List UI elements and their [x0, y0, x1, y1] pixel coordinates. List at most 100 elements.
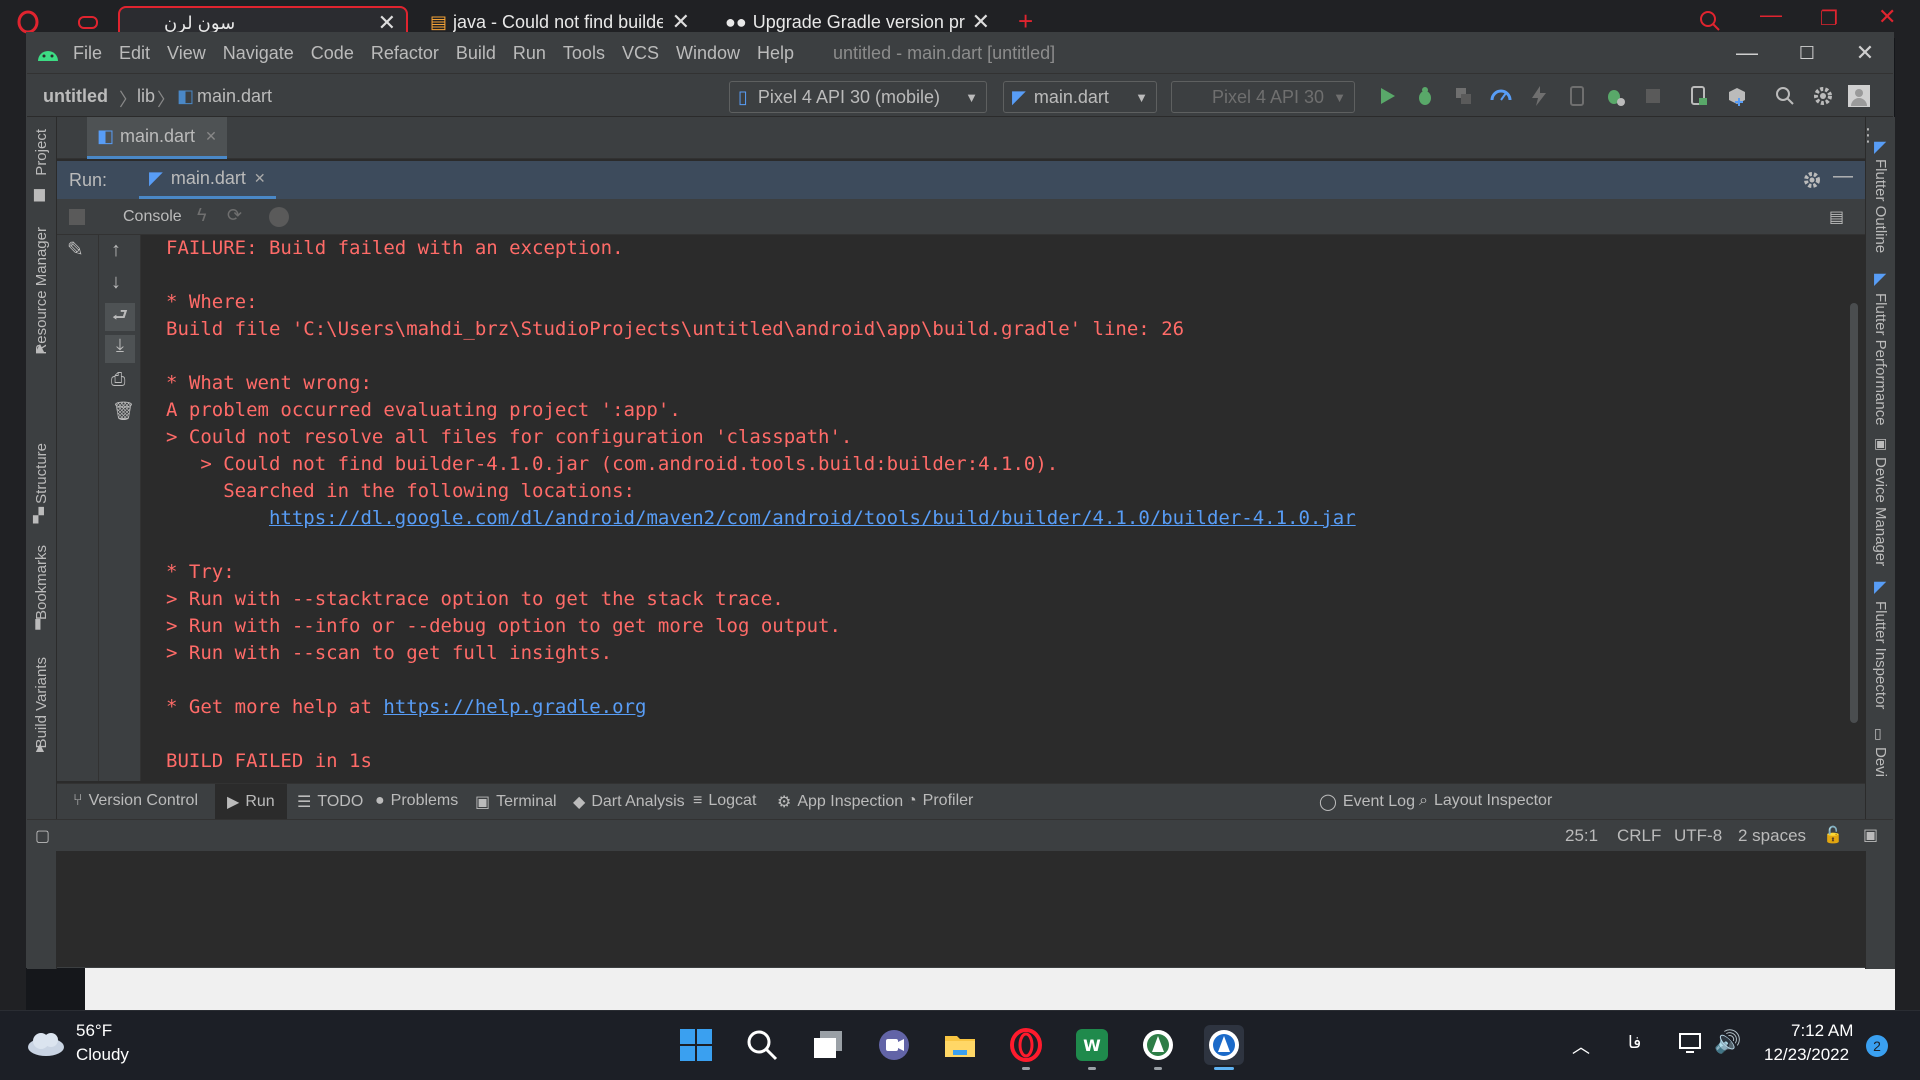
webstorm-icon[interactable]: W: [1072, 1025, 1112, 1065]
menu-build[interactable]: Build: [456, 43, 496, 64]
run-tab-main-dart[interactable]: ◤ main.dart ✕: [139, 161, 276, 199]
device-manager-tool-tab[interactable]: Device Manager: [1872, 457, 1889, 566]
hot-reload-icon[interactable]: ϟ: [197, 205, 207, 226]
android-studio-icon[interactable]: [1138, 1025, 1178, 1065]
file-explorer-icon[interactable]: [940, 1025, 980, 1065]
build-variants-tool-tab[interactable]: Build Variants: [33, 657, 50, 748]
attach-debugger-icon[interactable]: [1603, 84, 1627, 108]
clock-time[interactable]: 7:12 AM: [1791, 1021, 1853, 1041]
coverage-icon[interactable]: [1451, 84, 1475, 108]
device-selector[interactable]: ▯ Pixel 4 API 30 (mobile) ▼: [729, 81, 987, 113]
tool-tab-problems[interactable]: ● Problems: [375, 792, 458, 810]
menu-navigate[interactable]: Navigate: [223, 43, 294, 64]
menu-help[interactable]: Help: [757, 43, 794, 64]
memory-indicator-icon[interactable]: ▣: [1863, 825, 1878, 845]
flutter-outline-tool-tab[interactable]: Flutter Outline: [1872, 159, 1889, 253]
breadcrumb-project[interactable]: untitled: [43, 86, 108, 107]
breadcrumb-lib[interactable]: lib: [137, 86, 155, 107]
clock-date[interactable]: 12/23/2022: [1764, 1045, 1849, 1065]
console-scrollbar[interactable]: [1850, 303, 1858, 723]
menu-window[interactable]: Window: [676, 43, 740, 64]
run-config-selector[interactable]: ◤ main.dart ▼: [1003, 81, 1157, 113]
gradle-help-link[interactable]: https://help.gradle.org: [383, 696, 646, 718]
maximize-button[interactable]: ☐: [1777, 33, 1837, 73]
more-options-icon[interactable]: ⋮: [1859, 125, 1877, 146]
tool-tab-run[interactable]: ▶ Run: [215, 784, 287, 820]
minimize-button[interactable]: —: [1717, 33, 1777, 73]
opera-icon[interactable]: [1006, 1025, 1046, 1065]
task-view-icon[interactable]: [808, 1025, 848, 1065]
minimize-browser-icon[interactable]: —: [1760, 2, 1782, 28]
layout-icon[interactable]: ▤: [1829, 207, 1844, 227]
search-icon[interactable]: [1698, 9, 1722, 33]
settings-gear-icon[interactable]: [1801, 169, 1823, 191]
device-manager-icon[interactable]: [1687, 84, 1711, 108]
chevron-up-icon[interactable]: ︿: [1572, 1033, 1590, 1059]
line-separator[interactable]: CRLF: [1617, 826, 1661, 846]
search-everywhere-icon[interactable]: [1773, 84, 1797, 108]
bookmarks-tool-tab[interactable]: Bookmarks: [33, 545, 50, 620]
menu-edit[interactable]: Edit: [119, 43, 150, 64]
flutter-performance-tool-tab[interactable]: Flutter Performance: [1872, 293, 1889, 426]
hot-restart-icon[interactable]: ⟳: [227, 205, 242, 226]
tool-tab-terminal[interactable]: ▣ Terminal: [475, 792, 557, 812]
profile-icon[interactable]: [1489, 84, 1513, 108]
tool-tab-profiler[interactable]: ◔ Profiler: [907, 792, 973, 810]
menu-vcs[interactable]: VCS: [622, 43, 659, 64]
search-icon[interactable]: [742, 1025, 782, 1065]
toggle-tool-windows-icon[interactable]: ▢: [35, 826, 50, 846]
avatar[interactable]: [1847, 84, 1871, 108]
editor-tab-main-dart[interactable]: ◧ main.dart ✕: [87, 117, 227, 159]
tool-tab-layout-inspector[interactable]: ⌕ Layout Inspector: [1419, 792, 1552, 810]
network-icon[interactable]: [1678, 1031, 1704, 1055]
tool-tab-version-control[interactable]: ⑂ Version Control: [73, 792, 198, 810]
opera-logo-icon[interactable]: [16, 10, 40, 34]
project-tool-tab[interactable]: Project: [33, 129, 50, 176]
tool-tab-logcat[interactable]: ≡ Logcat: [693, 792, 756, 810]
flutter-inspector-tool-tab[interactable]: Flutter Inspector: [1872, 601, 1889, 709]
run-icon[interactable]: [1375, 84, 1399, 108]
file-encoding[interactable]: UTF-8: [1674, 826, 1722, 846]
tool-tab-event-log[interactable]: ◯ Event Log: [1319, 792, 1415, 812]
windows-start-icon[interactable]: [676, 1025, 716, 1065]
close-tab-icon[interactable]: ✕: [205, 128, 217, 145]
menu-tools[interactable]: Tools: [563, 43, 605, 64]
close-browser-icon[interactable]: ✕: [1878, 4, 1896, 30]
maven-url-link[interactable]: https://dl.google.com/dl/android/maven2/…: [269, 507, 1356, 529]
input-language[interactable]: فا: [1628, 1033, 1641, 1053]
indent-setting[interactable]: 2 spaces: [1738, 826, 1806, 846]
device-selector-disabled[interactable]: Pixel 4 API 30 ▼: [1171, 81, 1355, 113]
debug-icon[interactable]: [1413, 84, 1437, 108]
resource-manager-tool-tab[interactable]: Resource Manager: [33, 227, 50, 355]
menu-code[interactable]: Code: [311, 43, 354, 64]
stop-icon[interactable]: [1641, 84, 1665, 108]
hide-panel-icon[interactable]: —: [1833, 165, 1853, 188]
cloud-icon[interactable]: [26, 1029, 66, 1057]
soft-wrap-icon[interactable]: ⮐: [105, 303, 135, 331]
devtools-icon[interactable]: [269, 207, 289, 227]
print-icon[interactable]: ⎙: [111, 369, 125, 390]
structure-tool-tab[interactable]: Structure: [33, 443, 50, 504]
settings-gear-icon[interactable]: [1811, 84, 1835, 108]
hot-reload-icon[interactable]: [1527, 84, 1551, 108]
weather-desc[interactable]: Cloudy: [76, 1045, 129, 1065]
sdk-manager-icon[interactable]: [1725, 84, 1749, 108]
tool-tab-dart-analysis[interactable]: ◆ Dart Analysis: [573, 792, 685, 812]
close-tab-icon[interactable]: ✕: [254, 170, 266, 187]
menu-run[interactable]: Run: [513, 43, 546, 64]
apply-changes-icon[interactable]: [1565, 84, 1589, 108]
active-app-icon[interactable]: [1204, 1025, 1244, 1065]
weather-temp[interactable]: 56°F: [76, 1021, 112, 1041]
cursor-position[interactable]: 25:1: [1565, 826, 1598, 846]
stop-icon[interactable]: [69, 209, 85, 225]
teams-chat-icon[interactable]: [874, 1025, 914, 1065]
scroll-down-icon[interactable]: ↓: [111, 271, 121, 294]
console-tab[interactable]: Console: [123, 208, 182, 226]
trash-icon[interactable]: 🗑: [112, 401, 135, 422]
menu-file[interactable]: File: [73, 43, 102, 64]
menu-refactor[interactable]: Refactor: [371, 43, 439, 64]
tool-tab-todo[interactable]: ☰ TODO: [297, 792, 363, 812]
tool-tab-app-inspection[interactable]: ⚙ App Inspection: [777, 792, 903, 812]
notification-badge[interactable]: 2: [1866, 1035, 1888, 1057]
close-button[interactable]: ✕: [1835, 33, 1895, 73]
